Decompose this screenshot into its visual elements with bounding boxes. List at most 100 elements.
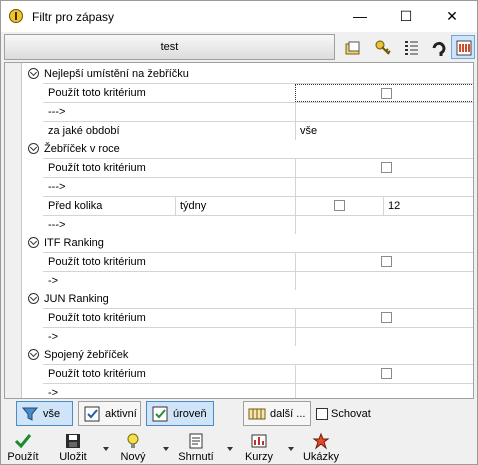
- group-label: ITF Ranking: [44, 237, 104, 249]
- checkmark-icon: [14, 434, 32, 449]
- group-header[interactable]: Nejlepší umístění na žebříčku: [22, 65, 473, 83]
- value-cell[interactable]: [295, 216, 473, 234]
- rates-dropdown-icon[interactable]: [288, 447, 294, 451]
- show-all-button[interactable]: vše: [16, 401, 73, 426]
- criteria-grid[interactable]: Nejlepší umístění na žebříčku Použít tot…: [4, 62, 474, 399]
- window-title: Filtr pro zápasy: [32, 10, 115, 24]
- row-label: Použít toto kritérium: [48, 162, 146, 174]
- new-dropdown-icon[interactable]: [163, 447, 169, 451]
- value-cell[interactable]: [295, 197, 383, 215]
- value-cell[interactable]: [295, 103, 473, 121]
- row-label: Před kolika: [48, 200, 103, 212]
- period-value: vše: [300, 125, 318, 137]
- criterion-row[interactable]: --->: [43, 215, 473, 234]
- maximize-button[interactable]: ☐: [383, 1, 429, 32]
- chart-button[interactable]: [451, 35, 475, 59]
- value-cell[interactable]: [295, 309, 473, 327]
- value-cell[interactable]: [295, 272, 473, 290]
- summary-button[interactable]: Shrnutí: [173, 429, 219, 465]
- rates-button[interactable]: Kurzy: [239, 429, 279, 465]
- use-criterion-checkbox[interactable]: [381, 312, 392, 323]
- criterion-row[interactable]: Použít toto kritérium: [43, 252, 473, 271]
- save-dropdown-icon[interactable]: [103, 447, 109, 451]
- criterion-row[interactable]: za jaké období vše: [43, 121, 473, 140]
- hide-label: Schovat: [331, 408, 371, 420]
- folder-icon: [345, 41, 360, 55]
- summary-dropdown-icon[interactable]: [227, 447, 233, 451]
- row-label: Použít toto kritérium: [48, 256, 146, 268]
- value-cell[interactable]: vše: [295, 122, 473, 140]
- new-button[interactable]: Nový: [113, 429, 153, 465]
- group-header[interactable]: Spojený žebříček: [22, 346, 473, 364]
- weeks-number: 12: [388, 200, 401, 212]
- lightbulb-icon: [127, 433, 139, 448]
- funnel-icon: [21, 407, 39, 421]
- value-cell[interactable]: [295, 159, 473, 177]
- weeks-checkbox[interactable]: [334, 200, 345, 211]
- level-icon: [152, 406, 168, 422]
- criterion-row[interactable]: ->: [43, 383, 473, 399]
- columns-icon: [248, 408, 266, 420]
- more-button[interactable]: další ...: [243, 401, 311, 426]
- group-label: Spojený žebříček: [44, 349, 129, 361]
- group-label: Nejlepší umístění na žebříčku: [44, 68, 189, 80]
- unit-cell[interactable]: týdny: [175, 197, 295, 215]
- filter-window: Filtr pro zápasy — ☐ ✕ test Nejlepší umí…: [0, 0, 478, 465]
- criterion-row[interactable]: Použít toto kritérium: [43, 364, 473, 383]
- value-cell[interactable]: [295, 328, 473, 346]
- unit-value: týdny: [180, 200, 207, 212]
- row-label: Použít toto kritérium: [48, 368, 146, 380]
- filter-name-button[interactable]: test: [4, 34, 335, 60]
- show-active-button[interactable]: aktivní: [78, 401, 141, 426]
- group-header[interactable]: ITF Ranking: [22, 234, 473, 252]
- minimize-button[interactable]: —: [337, 1, 383, 32]
- row-label: Použít toto kritérium: [48, 312, 146, 324]
- criterion-row[interactable]: Použít toto kritérium: [43, 83, 473, 102]
- use-criterion-checkbox[interactable]: [381, 256, 392, 267]
- key-icon: [375, 40, 391, 55]
- number-cell[interactable]: 12: [383, 197, 473, 215]
- key-button[interactable]: [370, 35, 394, 59]
- examples-button[interactable]: Ukázky: [299, 429, 343, 465]
- row-label: ->: [48, 331, 59, 343]
- row-label: za jaké období: [48, 125, 120, 137]
- summary-icon: [189, 433, 203, 449]
- criterion-row[interactable]: Použít toto kritérium: [43, 308, 473, 327]
- collapse-icon: [28, 143, 39, 154]
- chart-icon: [456, 40, 472, 56]
- apply-button[interactable]: Použít: [3, 429, 43, 465]
- save-button[interactable]: Uložit: [53, 429, 93, 465]
- criterion-row[interactable]: Použít toto kritérium: [43, 158, 473, 177]
- criterion-row[interactable]: ->: [43, 271, 473, 290]
- value-cell[interactable]: [295, 253, 473, 271]
- criterion-row[interactable]: --->: [43, 102, 473, 121]
- criterion-row[interactable]: ->: [43, 327, 473, 346]
- return-button[interactable]: [426, 35, 450, 59]
- use-criterion-checkbox[interactable]: [381, 162, 392, 173]
- criterion-row[interactable]: --->: [43, 177, 473, 196]
- value-cell[interactable]: [295, 384, 473, 398]
- use-criterion-checkbox[interactable]: [381, 368, 392, 379]
- close-button[interactable]: ✕: [429, 1, 475, 32]
- open-folder-button[interactable]: [340, 35, 364, 59]
- hide-checkbox[interactable]: [316, 408, 328, 420]
- collapse-icon: [28, 237, 39, 248]
- examples-icon: [312, 432, 330, 450]
- rates-icon: [251, 434, 267, 448]
- value-cell[interactable]: [295, 84, 473, 102]
- collapse-icon: [28, 68, 39, 79]
- checkbox-icon: [84, 406, 100, 422]
- group-label: JUN Ranking: [44, 293, 109, 305]
- row-label: Použít toto kritérium: [48, 87, 146, 99]
- value-cell[interactable]: [295, 178, 473, 196]
- criterion-row[interactable]: Před kolika týdny 12: [43, 196, 473, 215]
- save-icon: [66, 434, 80, 448]
- group-header[interactable]: JUN Ranking: [22, 290, 473, 308]
- group-header[interactable]: Žebříček v roce: [22, 140, 473, 158]
- list-button[interactable]: [398, 35, 422, 59]
- row-label: ->: [48, 387, 59, 399]
- use-criterion-checkbox[interactable]: [381, 88, 392, 99]
- group-label: Žebříček v roce: [44, 143, 120, 155]
- value-cell[interactable]: [295, 365, 473, 383]
- level-button[interactable]: úroveň: [146, 401, 214, 426]
